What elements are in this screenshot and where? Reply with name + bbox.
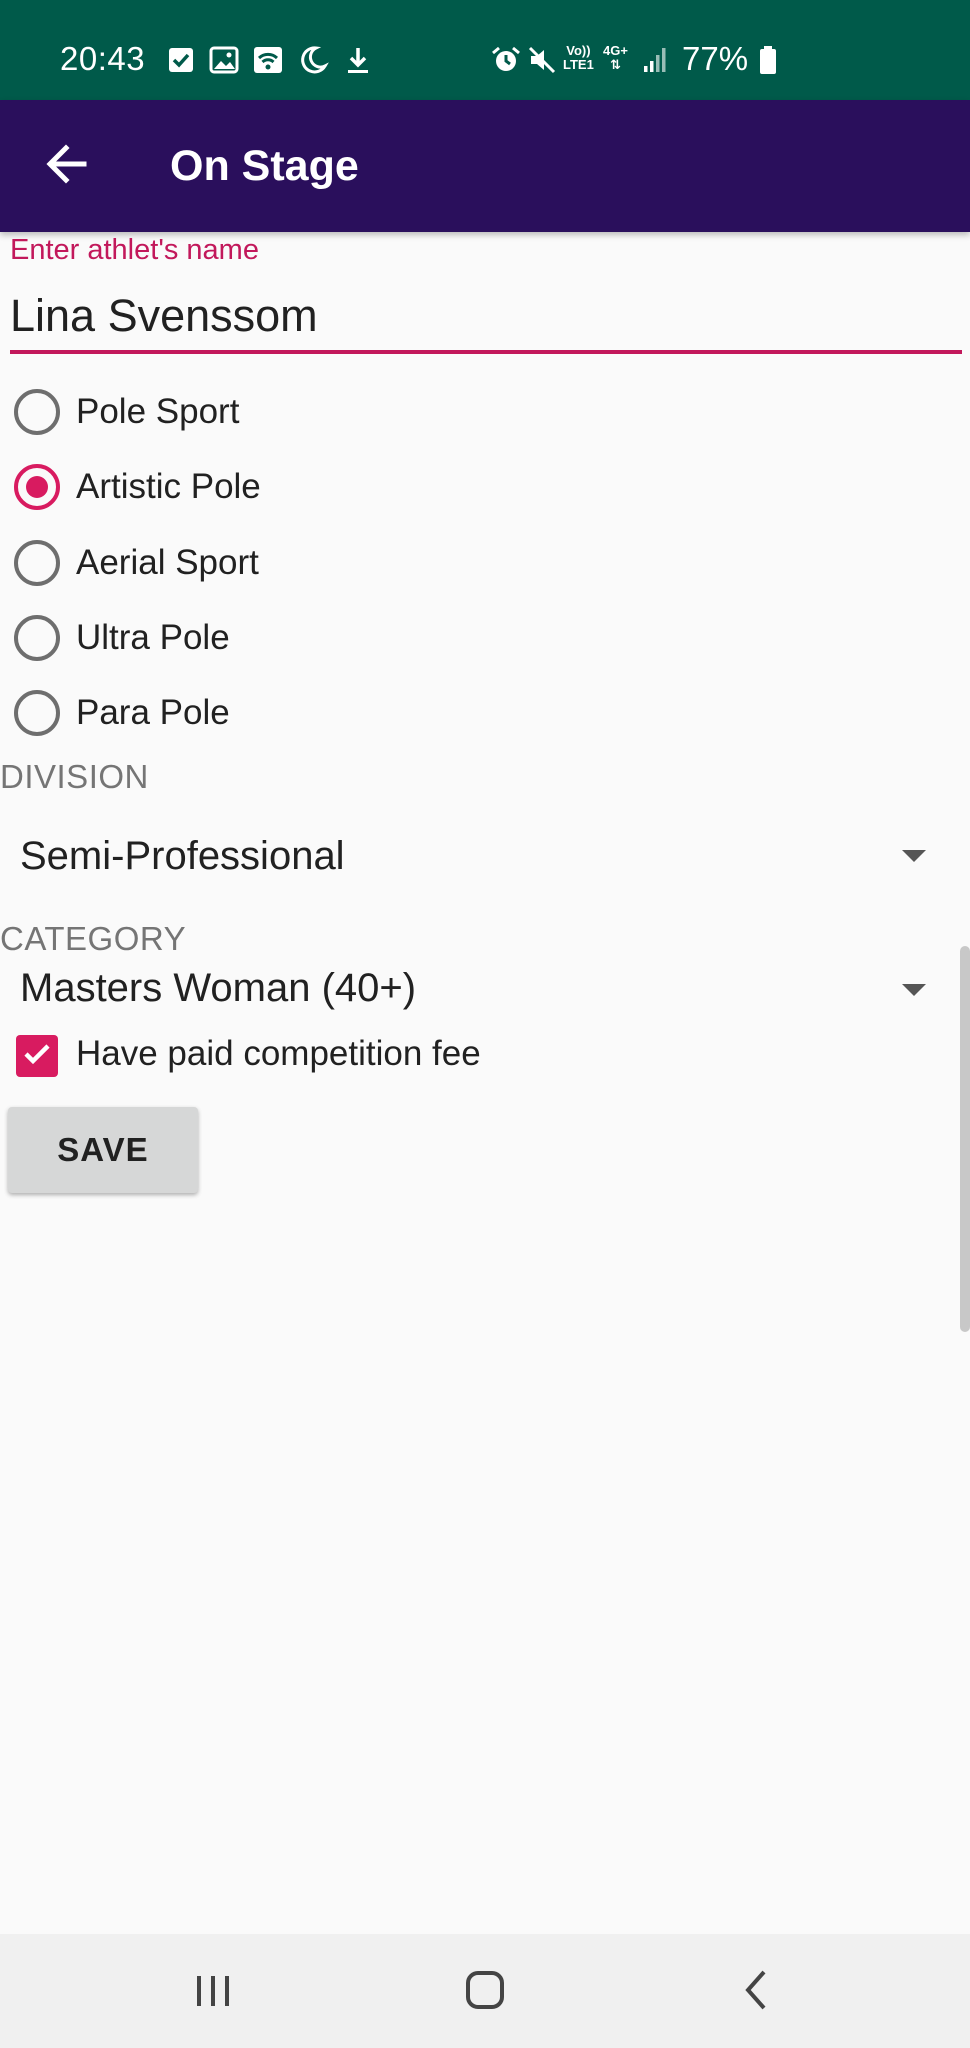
battery-percent: 77%: [682, 40, 749, 77]
scrollbar-thumb[interactable]: [960, 946, 970, 1332]
status-bar: 20:43 Vo)) LTE1 4G+ ⇅ 77%: [0, 0, 970, 100]
radio-label: Artistic Pole: [76, 467, 261, 506]
radio-ultra-pole[interactable]: Ultra Pole: [0, 603, 600, 673]
radio-label: Pole Sport: [76, 392, 240, 431]
nav-back-button[interactable]: [726, 1962, 786, 2022]
data-arrows-icon: ⇅: [610, 57, 621, 72]
paid-fee-checkbox-row[interactable]: Have paid competition fee: [0, 1020, 560, 1090]
volte-line1: Vo)): [566, 43, 591, 58]
radio-button-unchecked[interactable]: [14, 690, 60, 736]
division-selected-value: Semi-Professional: [20, 834, 345, 878]
back-icon: [736, 1968, 776, 2017]
radio-button-unchecked[interactable]: [14, 615, 60, 661]
network-type: 4G+ ⇅: [603, 44, 628, 72]
mute-icon: [526, 44, 558, 76]
radio-label: Ultra Pole: [76, 618, 230, 657]
checkbox-notification-icon: [165, 44, 197, 76]
volte-line2: LTE1: [563, 57, 594, 72]
division-label: DIVISION: [0, 758, 149, 795]
back-button[interactable]: [28, 132, 104, 200]
system-nav-bar: [0, 1934, 970, 2048]
arrow-back-icon: [44, 142, 88, 191]
radio-artistic-pole[interactable]: Artistic Pole: [0, 452, 600, 522]
status-time: 20:43: [60, 40, 146, 77]
recent-apps-icon: [191, 1970, 235, 2015]
volte-indicator: Vo)) LTE1: [563, 44, 594, 72]
battery-icon: [752, 44, 784, 76]
download-icon: [342, 44, 374, 76]
radio-aerial-sport[interactable]: Aerial Sport: [0, 528, 600, 598]
dropdown-arrow-icon: [902, 850, 926, 862]
dropdown-arrow-icon: [902, 984, 926, 996]
category-dropdown[interactable]: Masters Woman (40+): [0, 950, 940, 1030]
paid-fee-label: Have paid competition fee: [76, 1034, 481, 1073]
network-label: 4G+: [603, 43, 628, 58]
page-title: On Stage: [170, 142, 359, 190]
app-bar: On Stage: [0, 100, 970, 232]
radio-button-unchecked[interactable]: [14, 389, 60, 435]
home-icon: [463, 1968, 507, 2017]
radio-button-unchecked[interactable]: [14, 540, 60, 586]
name-field-label: Enter athlet's name: [10, 234, 259, 266]
gallery-icon: [208, 44, 240, 76]
checkmark-icon: [20, 1037, 54, 1076]
radio-button-checked[interactable]: [14, 464, 60, 510]
radio-para-pole[interactable]: Para Pole: [0, 678, 600, 748]
athlete-name-input[interactable]: [10, 282, 962, 354]
division-dropdown[interactable]: Semi-Professional: [0, 818, 940, 898]
alarm-icon: [490, 44, 522, 76]
radio-pole-sport[interactable]: Pole Sport: [0, 377, 600, 447]
radio-label: Para Pole: [76, 693, 230, 732]
signal-icon: [640, 44, 672, 76]
recent-apps-button[interactable]: [183, 1962, 243, 2022]
paid-fee-checkbox[interactable]: [16, 1035, 58, 1077]
category-selected-value: Masters Woman (40+): [20, 966, 417, 1010]
wifi-icon: [252, 44, 284, 76]
home-button[interactable]: [455, 1962, 515, 2022]
moon-icon: [297, 44, 329, 76]
radio-label: Aerial Sport: [76, 543, 259, 582]
save-button[interactable]: SAVE: [8, 1107, 198, 1193]
